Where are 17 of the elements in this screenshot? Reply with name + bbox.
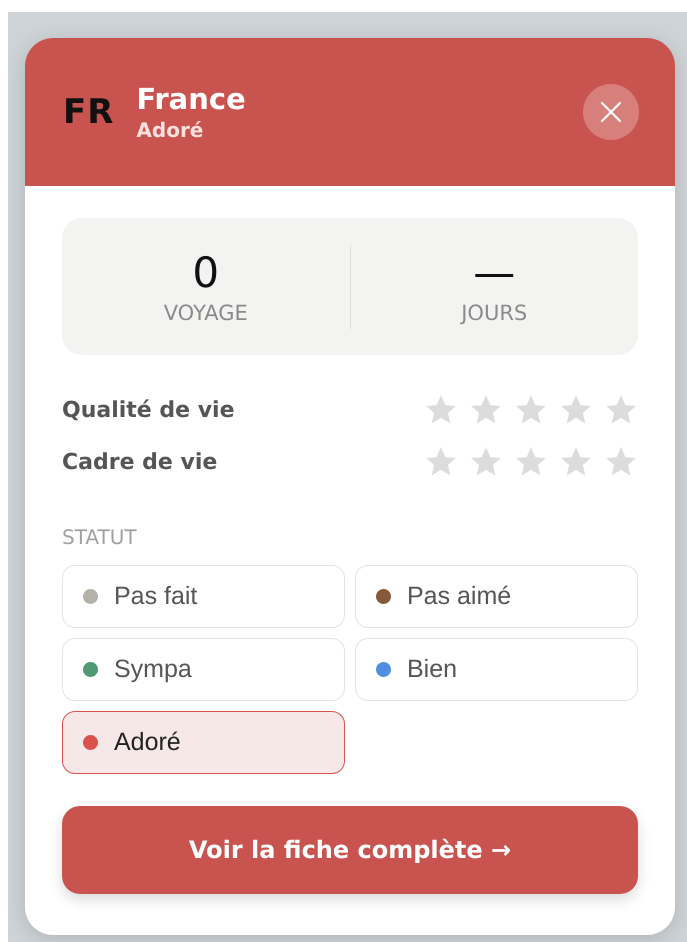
status-option[interactable]: Pas fait <box>62 565 345 628</box>
status-option[interactable]: Adoré <box>62 711 345 774</box>
status-option[interactable]: Bien <box>355 638 638 701</box>
section-title: STATUT <box>62 525 138 549</box>
status-option[interactable]: Sympa <box>62 638 345 701</box>
country-name: France <box>136 82 247 116</box>
stat-value: — <box>473 248 516 297</box>
full-sheet-button[interactable]: Voir la fiche complète → <box>62 806 638 894</box>
stat-value: 0 <box>192 248 220 297</box>
status-option[interactable]: Pas aimé <box>355 565 638 628</box>
rating-label: Cadre de vie <box>62 450 218 474</box>
rating-label: Qualité de vie <box>62 398 235 422</box>
status-label: Adoré <box>136 118 204 142</box>
close-icon <box>600 101 622 123</box>
stat-label: JOURS <box>461 301 528 325</box>
stat-label: VOYAGE <box>164 301 248 325</box>
country-code: FR <box>63 92 114 132</box>
